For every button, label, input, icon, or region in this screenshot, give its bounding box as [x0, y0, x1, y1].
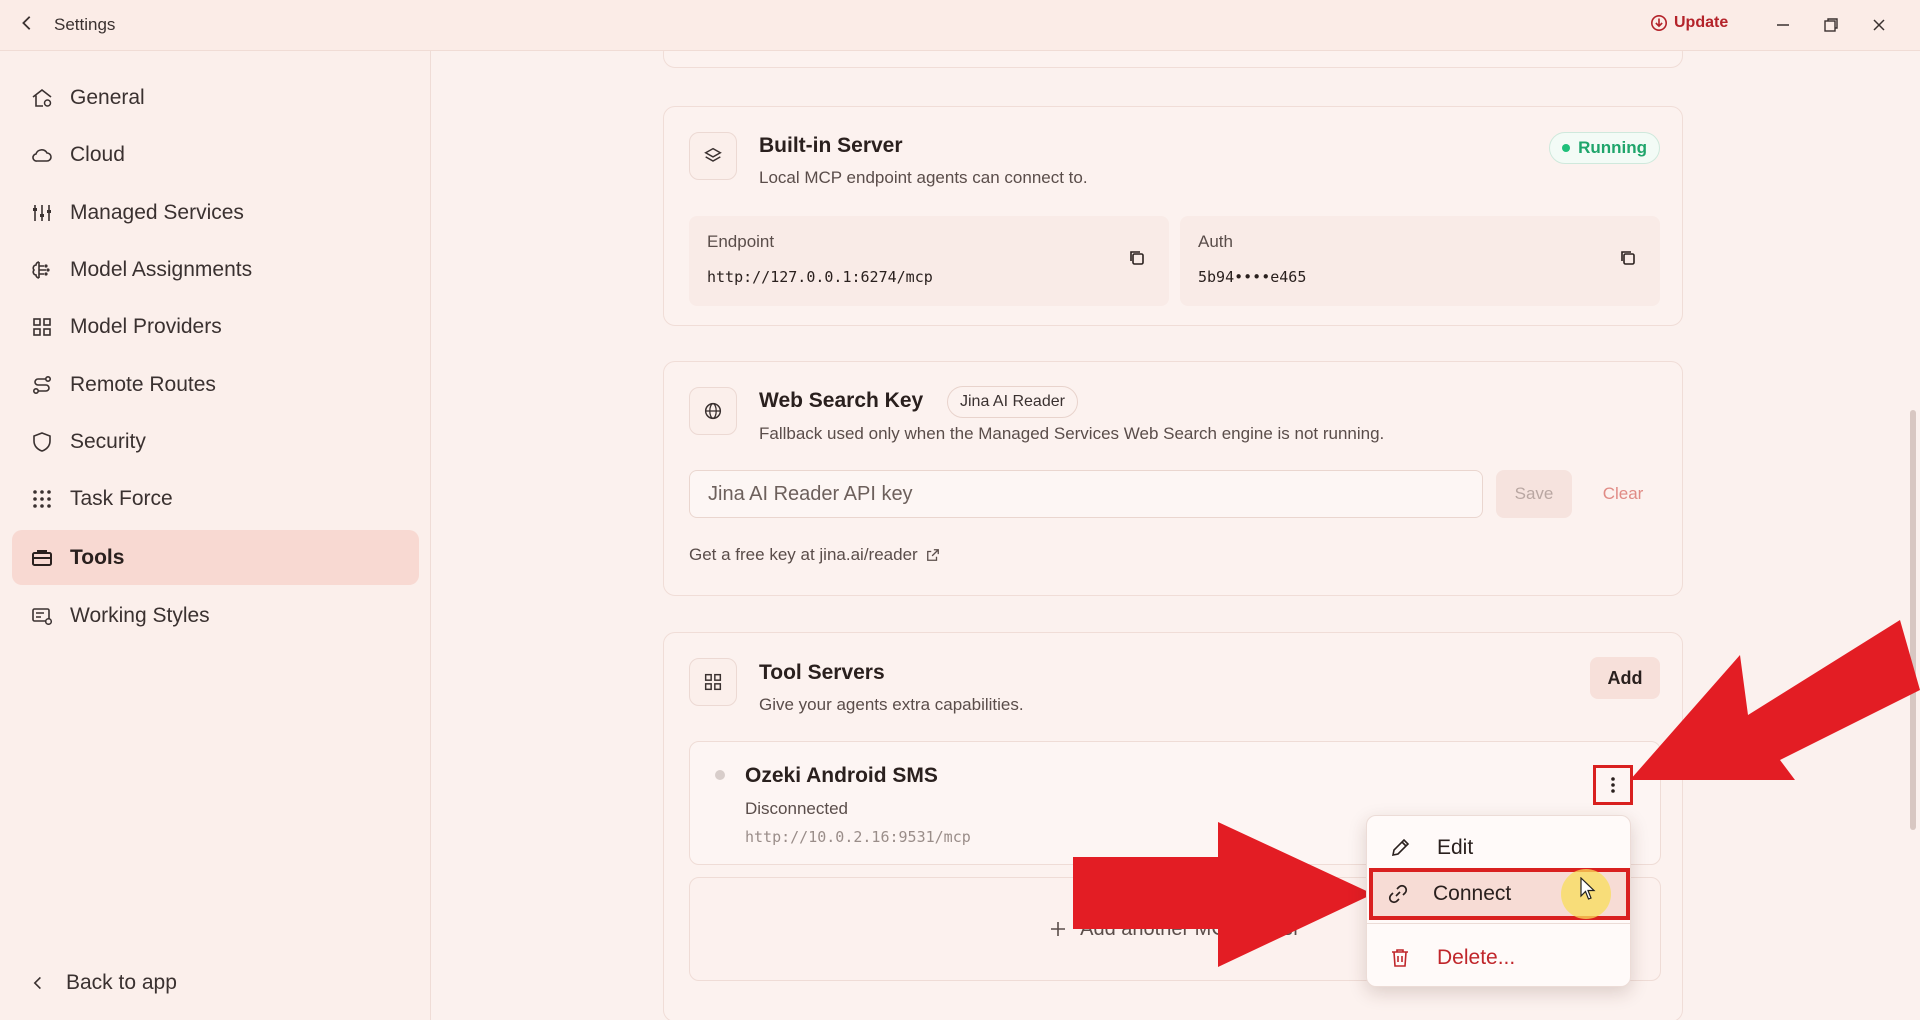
copy-auth-button[interactable] — [1618, 248, 1640, 270]
endpoint-label: Endpoint — [707, 232, 775, 251]
copy-icon — [1621, 251, 1635, 265]
route-icon — [30, 373, 54, 397]
annotation-arrow-kebab — [1630, 620, 1920, 780]
download-circle-icon — [1650, 14, 1668, 32]
sidebar-item-label: Model Providers — [70, 315, 222, 338]
home-gear-icon — [30, 86, 54, 110]
card-subtitle: Give your agents extra capabilities. — [759, 695, 1024, 714]
web-search-key-card: Web Search Key Jina AI Reader Fallback u… — [663, 361, 1683, 596]
menu-item-edit[interactable]: Edit — [1371, 823, 1628, 873]
menu-item-label: Edit — [1437, 836, 1474, 859]
sidebar-item-model-providers[interactable]: Model Providers — [12, 299, 419, 354]
previous-card-bottom — [663, 51, 1683, 68]
sidebar-item-task-force[interactable]: Task Force — [12, 471, 419, 526]
server-status: Disconnected — [745, 799, 849, 818]
api-key-input-wrapper — [689, 470, 1483, 518]
style-card-icon — [30, 604, 54, 628]
api-key-input[interactable] — [690, 471, 1482, 517]
sidebar-item-label: Cloud — [70, 143, 125, 166]
minimize-icon — [1777, 24, 1789, 26]
close-button[interactable] — [1866, 12, 1892, 38]
pencil-icon — [1391, 838, 1410, 857]
copy-icon — [1130, 251, 1144, 265]
globe-icon — [689, 387, 737, 435]
back-to-app-link[interactable]: Back to app — [30, 971, 177, 995]
restore-icon — [1824, 18, 1838, 32]
status-badge: Running — [1549, 132, 1660, 164]
maximize-button[interactable] — [1818, 12, 1844, 38]
sidebar-item-label: Remote Routes — [70, 373, 216, 396]
sidebar-item-label: Managed Services — [70, 201, 244, 224]
auth-label: Auth — [1198, 232, 1233, 251]
card-title: Web Search Key — [759, 389, 924, 412]
sidebar-item-label: Task Force — [70, 487, 173, 510]
window-title: Settings — [54, 15, 116, 34]
menu-item-label: Connect — [1433, 882, 1512, 905]
sidebar-item-security[interactable]: Security — [12, 414, 419, 469]
close-icon — [1873, 19, 1885, 31]
menu-item-delete[interactable]: Delete... — [1371, 933, 1628, 983]
server-status-dot — [715, 770, 725, 780]
update-button[interactable]: Update — [1650, 14, 1728, 32]
clear-button[interactable]: Clear — [1580, 470, 1666, 518]
grid-icon — [30, 315, 54, 339]
auth-value: 5b94••••e465 — [1198, 268, 1307, 286]
sidebar-item-label: Tools — [70, 546, 125, 569]
sidebar-item-tools[interactable]: Tools — [12, 530, 419, 585]
sidebar-item-remote-routes[interactable]: Remote Routes — [12, 357, 419, 412]
card-subtitle: Fallback used only when the Managed Serv… — [759, 424, 1385, 443]
get-key-link-text: Get a free key at jina.ai/reader — [689, 545, 918, 564]
sliders-icon — [30, 201, 54, 225]
brain-icon — [30, 258, 54, 282]
sidebar-item-managed-services[interactable]: Managed Services — [12, 185, 419, 240]
sidebar-item-cloud[interactable]: Cloud — [12, 127, 419, 182]
status-label: Running — [1578, 138, 1647, 157]
external-link-icon — [926, 549, 939, 561]
menu-separator — [1367, 923, 1630, 924]
get-key-link[interactable]: Get a free key at jina.ai/reader — [689, 545, 940, 565]
trash-icon — [1392, 949, 1408, 967]
title-bar: Settings Update — [0, 0, 1920, 51]
back-to-app-label: Back to app — [66, 971, 177, 994]
chevron-left-icon — [33, 976, 41, 990]
sidebar-item-label: Model Assignments — [70, 258, 253, 281]
card-subtitle: Local MCP endpoint agents can connect to… — [759, 168, 1088, 187]
provider-badge: Jina AI Reader — [947, 386, 1078, 418]
plus-icon — [1051, 922, 1066, 936]
save-button[interactable]: Save — [1496, 470, 1572, 518]
endpoint-field: Endpoint http://127.0.0.1:6274/mcp — [689, 216, 1169, 306]
sidebar-item-label: Working Styles — [70, 604, 210, 627]
settings-sidebar: General Cloud Managed Services Model Ass… — [0, 51, 431, 1020]
endpoint-value: http://127.0.0.1:6274/mcp — [707, 268, 933, 286]
server-menu-button[interactable] — [1593, 765, 1633, 805]
cloud-icon — [30, 143, 54, 167]
sidebar-item-general[interactable]: General — [12, 70, 419, 125]
back-chevron-icon[interactable] — [18, 14, 38, 36]
card-title: Built-in Server — [759, 134, 903, 157]
sidebar-item-label: Security — [70, 430, 146, 453]
sidebar-item-label: General — [70, 86, 145, 109]
more-vertical-icon — [1611, 777, 1615, 793]
server-url: http://10.0.2.16:9531/mcp — [745, 828, 971, 846]
minimize-button[interactable] — [1770, 12, 1796, 38]
layers-icon — [689, 132, 737, 180]
auth-field: Auth 5b94••••e465 — [1180, 216, 1660, 306]
update-label: Update — [1674, 14, 1729, 31]
card-title: Tool Servers — [759, 661, 885, 684]
status-dot — [1562, 144, 1571, 152]
builtin-server-card: Built-in Server Local MCP endpoint agent… — [663, 106, 1683, 326]
annotation-arrow-connect — [1073, 822, 1373, 967]
link-icon — [1388, 884, 1408, 904]
grid-icon — [689, 658, 737, 706]
sidebar-item-working-styles[interactable]: Working Styles — [12, 588, 419, 643]
server-name: Ozeki Android SMS — [745, 764, 938, 787]
toolbox-icon — [30, 546, 54, 570]
menu-item-label: Delete... — [1437, 946, 1516, 969]
copy-endpoint-button[interactable] — [1127, 248, 1149, 270]
sidebar-item-model-assignments[interactable]: Model Assignments — [12, 242, 419, 297]
dots-grid-icon — [30, 487, 54, 511]
shield-icon — [30, 430, 54, 454]
mouse-pointer-icon — [1580, 877, 1596, 900]
